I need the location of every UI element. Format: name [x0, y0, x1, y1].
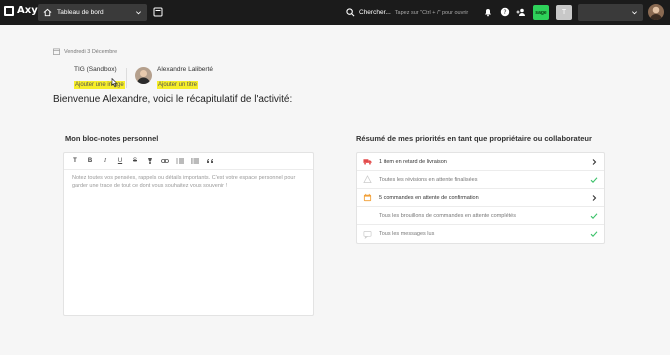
link-icon[interactable]	[161, 157, 169, 165]
user-avatar[interactable]	[135, 67, 152, 84]
svg-text:?: ?	[503, 9, 506, 16]
global-search[interactable]: Chercher... Tapez sur "Ctrl + /" pour ou…	[342, 4, 476, 21]
bold-button[interactable]: B	[86, 157, 94, 165]
italic-button[interactable]: I	[101, 157, 109, 165]
editor-toolbar: T B I U S	[64, 153, 313, 170]
search-icon	[346, 8, 355, 17]
calendar-icon	[363, 193, 372, 202]
bullet-list-icon[interactable]	[191, 157, 199, 165]
chevron-down-icon	[136, 11, 141, 15]
user-block: Alexandre Laliberté Ajouter un titre	[157, 66, 213, 91]
chevron-down-icon	[632, 11, 637, 15]
priority-revisions: Toutes les révisions en attente finalisé…	[357, 171, 604, 189]
underline-button[interactable]: U	[116, 157, 124, 165]
mouse-cursor-icon	[111, 78, 118, 88]
header-divider	[126, 68, 127, 88]
notes-title: Mon bloc-notes personnel	[65, 134, 159, 143]
user-name: Alexandre Laliberté	[157, 66, 214, 73]
workspace-selector[interactable]: Tableau de bord	[38, 4, 147, 21]
current-date: Vendredi 3 Décembre	[64, 48, 118, 55]
priority-label: Toutes les révisions en attente finalisé…	[379, 176, 478, 183]
chat-icon	[363, 230, 372, 239]
add-user-icon[interactable]	[516, 7, 526, 17]
user-avatar-menu[interactable]	[648, 4, 664, 20]
priority-pending-orders[interactable]: 5 commandes en attente de confirmation	[357, 189, 604, 207]
notes-editor[interactable]: T B I U S Notez toutes vos pensées, rapp…	[63, 152, 314, 316]
workspace-label: Tableau de bord	[57, 9, 104, 16]
check-icon	[590, 212, 598, 219]
truck-icon	[363, 159, 372, 165]
add-title-link[interactable]: Ajouter un titre	[157, 81, 199, 89]
alert-icon	[363, 175, 372, 184]
avatar-image	[137, 70, 150, 84]
bell-icon[interactable]	[483, 7, 493, 17]
chevron-right-icon	[592, 158, 597, 165]
text-style-button[interactable]: T	[71, 157, 79, 165]
logo-mark-icon	[4, 5, 14, 16]
quote-icon[interactable]	[206, 157, 214, 165]
chevron-right-icon	[592, 194, 597, 201]
priorities-title: Résumé de mes priorités en tant que prop…	[356, 134, 592, 143]
sage-app-button[interactable]: sage	[533, 5, 549, 20]
home-icon	[43, 8, 52, 17]
workspace-tile[interactable]: T	[556, 5, 572, 20]
priorities-list: 1 item en retard de livraison Toutes les…	[356, 152, 605, 244]
priority-label: 1 item en retard de livraison	[379, 158, 447, 165]
calendar-icon	[53, 48, 60, 55]
highlight-icon[interactable]	[146, 157, 154, 165]
calculator-icon[interactable]	[153, 7, 163, 17]
top-bar: Axya Tableau de bord Chercher... Tapez s…	[0, 0, 670, 25]
help-icon[interactable]: ?	[500, 7, 510, 17]
priority-drafts: Tous les brouillons de commandes en atte…	[357, 207, 604, 225]
notes-placeholder: Notez toutes vos pensées, rappels ou dét…	[72, 175, 296, 189]
search-hint: Tapez sur "Ctrl + /" pour ouvrir	[394, 9, 469, 16]
blank-icon	[363, 211, 372, 220]
date-row: Vendredi 3 Décembre	[53, 48, 117, 55]
ordered-list-icon[interactable]	[176, 157, 184, 165]
welcome-heading: Bienvenue Alexandre, voici le récapitula…	[53, 94, 293, 105]
organization-selector[interactable]	[578, 4, 643, 21]
company-name: TIG (Sandbox)	[74, 66, 117, 73]
check-icon	[590, 176, 598, 183]
priority-messages: Tous les messages lus	[357, 225, 604, 243]
avatar-image	[650, 6, 662, 20]
priority-late-delivery[interactable]: 1 item en retard de livraison	[357, 153, 604, 171]
search-label: Chercher...	[359, 9, 391, 16]
priority-label: Tous les brouillons de commandes en atte…	[379, 212, 516, 219]
priority-label: Tous les messages lus	[379, 231, 435, 237]
priority-label: 5 commandes en attente de confirmation	[379, 194, 479, 201]
check-icon	[590, 231, 598, 237]
strikethrough-button[interactable]: S	[131, 157, 139, 165]
